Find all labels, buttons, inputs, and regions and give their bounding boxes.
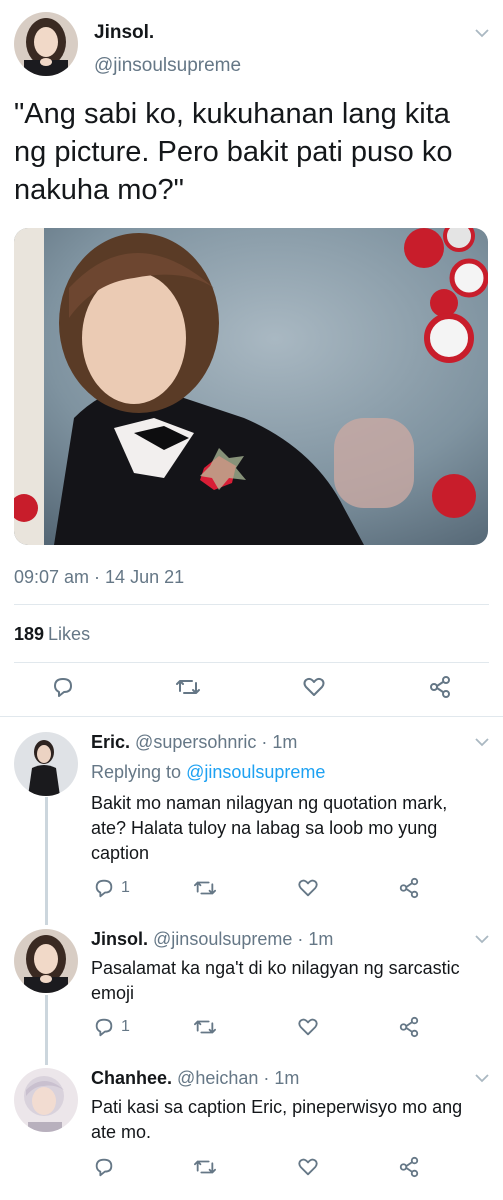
reply-text: Pati kasi sa caption Eric, pineperwisyo … [91, 1097, 463, 1142]
reply-header: Jinsol. @jinsoulsupreme · 1m [91, 929, 333, 950]
tweet-timestamp[interactable]: 09:07 am · 14 Jun 21 [14, 567, 184, 588]
chevron-down-icon[interactable] [475, 737, 489, 747]
share-icon [399, 1156, 419, 1178]
replying-label: Replying to [91, 762, 182, 782]
share-button[interactable] [398, 877, 420, 899]
reply-actions: 1 [0, 1016, 503, 1046]
reply-time: · 1m [263, 1068, 300, 1088]
like-icon [298, 1158, 318, 1176]
like-button[interactable] [297, 1156, 319, 1178]
share-icon [399, 1016, 419, 1038]
like-button[interactable] [302, 675, 326, 699]
tweet-actions [0, 675, 503, 705]
likes-label: Likes [48, 624, 91, 644]
share-icon [399, 877, 419, 899]
reply-header: Eric. @supersohnric · 1m [91, 732, 297, 753]
reply-icon [95, 1158, 113, 1177]
author-handle[interactable]: @heichan [177, 1068, 258, 1088]
chevron-down-icon[interactable] [475, 28, 489, 38]
reply-button[interactable]: 1 [93, 877, 130, 899]
retweet-icon [194, 1160, 216, 1174]
reply-button[interactable] [51, 675, 75, 699]
avatar[interactable] [14, 12, 78, 76]
reply-button[interactable]: 1 [93, 1016, 130, 1038]
retweet-button[interactable] [175, 675, 201, 699]
reply-actions [0, 1156, 503, 1186]
retweet-icon [194, 1020, 216, 1034]
share-icon [430, 676, 450, 698]
reply-actions: 1 [0, 877, 503, 907]
author-name[interactable]: Chanhee. [91, 1068, 172, 1088]
reply-tweet[interactable]: Jinsol. @jinsoulsupreme · 1m Pasalamat k… [0, 915, 503, 1055]
share-button[interactable] [398, 1016, 420, 1038]
share-button[interactable] [398, 1156, 420, 1178]
reply-time: · 1m [297, 929, 334, 949]
retweet-button[interactable] [193, 1156, 217, 1178]
author-name[interactable]: Jinsol. [91, 929, 148, 949]
reply-icon [95, 879, 113, 898]
author-name[interactable]: Jinsol. [94, 22, 154, 44]
replying-mention[interactable]: @jinsoulsupreme [186, 762, 325, 782]
author-handle[interactable]: @supersohnric [135, 732, 256, 752]
reply-count: 1 [121, 1018, 130, 1035]
reply-text: Pasalamat ka nga't di ko nilagyan ng sar… [91, 958, 460, 1003]
like-icon [298, 1018, 318, 1036]
avatar[interactable] [14, 929, 78, 993]
chevron-down-icon[interactable] [475, 1073, 489, 1083]
retweet-button[interactable] [193, 1016, 217, 1038]
likes-count[interactable]: 189 Likes [14, 624, 90, 645]
like-icon [298, 879, 318, 897]
author-handle[interactable]: @jinsoulsupreme [94, 55, 241, 77]
reply-icon [54, 678, 72, 697]
reply-button[interactable] [93, 1156, 121, 1178]
like-button[interactable] [297, 1016, 319, 1038]
like-button[interactable] [297, 877, 319, 899]
retweet-button[interactable] [193, 877, 217, 899]
tweet-photo[interactable] [14, 228, 488, 545]
avatar[interactable] [14, 1068, 78, 1132]
retweet-icon [176, 680, 200, 694]
reply-time: · 1m [261, 732, 298, 752]
replying-to: Replying to @jinsoulsupreme [91, 762, 325, 783]
divider [14, 662, 489, 663]
reply-tweet[interactable]: Eric. @supersohnric · 1m Replying to @ji… [0, 717, 503, 915]
reply-text: Bakit mo naman nilagyan ng quotation mar… [91, 793, 448, 863]
author-name[interactable]: Eric. [91, 732, 130, 752]
tweet-text: "Ang sabi ko, kukuhanan lang kita ng pic… [14, 98, 453, 206]
reply-header: Chanhee. @heichan · 1m [91, 1068, 299, 1089]
chevron-down-icon[interactable] [475, 934, 489, 944]
avatar[interactable] [14, 732, 78, 796]
divider [14, 604, 489, 605]
reply-count: 1 [121, 879, 130, 896]
retweet-icon [194, 881, 216, 895]
likes-number: 189 [14, 624, 45, 644]
reply-tweet[interactable]: Chanhee. @heichan · 1m Pati kasi sa capt… [0, 1055, 503, 1200]
share-button[interactable] [428, 675, 452, 699]
like-icon [303, 677, 325, 696]
reply-icon [95, 1018, 113, 1037]
author-handle[interactable]: @jinsoulsupreme [153, 929, 292, 949]
